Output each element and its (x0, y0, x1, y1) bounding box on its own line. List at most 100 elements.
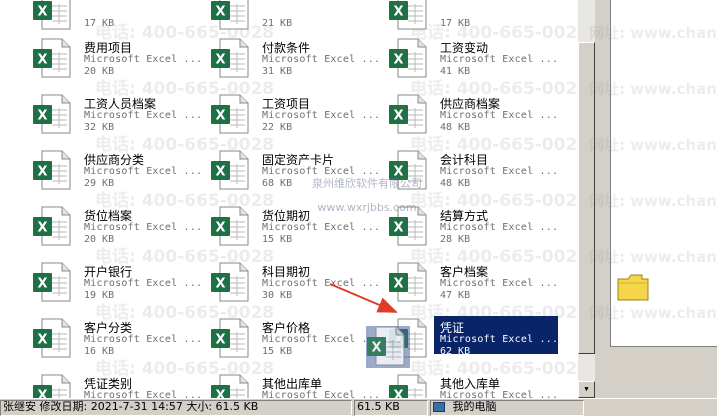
excel-file-icon[interactable]: X (210, 262, 250, 302)
file-size: 21 KB (262, 18, 293, 29)
file-type: Microsoft Excel ... (440, 222, 559, 233)
file-type: Microsoft Excel ... (440, 166, 559, 177)
file-item[interactable]: X 17 KB (370, 0, 540, 34)
file-type: Microsoft Excel ... (262, 110, 381, 121)
file-size: 31 KB (262, 66, 293, 77)
file-type: Microsoft Excel ... (84, 222, 203, 233)
excel-file-icon[interactable]: X (388, 94, 428, 134)
file-size: 48 KB (440, 178, 471, 189)
file-item[interactable]: X 工资项目 Microsoft Excel ... 22 KB (192, 90, 380, 138)
file-list-pane: 电话: 400-665-0028 电话: 400-665-0028 电话: 400-… (0, 0, 578, 398)
status-location-label: 我的电脑 (452, 400, 497, 413)
svg-text:X: X (215, 5, 225, 20)
file-size: 19 KB (84, 290, 115, 301)
file-size: 62 KB (440, 346, 471, 357)
excel-file-icon[interactable]: X (32, 38, 72, 78)
file-item[interactable]: X 21 KB (192, 0, 362, 34)
svg-text:X: X (393, 53, 403, 68)
svg-text:X: X (393, 5, 403, 20)
center-watermark-url: www.wxrjbbs.com (317, 201, 417, 214)
file-item[interactable]: X 供应商档案 Microsoft Excel ... 48 KB (370, 90, 558, 138)
file-size: 68 KB (262, 178, 293, 189)
svg-text:X: X (215, 221, 225, 236)
svg-text:X: X (37, 333, 47, 348)
scroll-down-button[interactable]: ▼ (578, 381, 595, 398)
excel-file-icon[interactable]: X (210, 38, 250, 78)
file-type: Microsoft Excel ... (440, 390, 559, 398)
excel-file-icon[interactable]: X (32, 94, 72, 134)
watermark-site-text: 网址: www.chanjet (589, 136, 717, 154)
folder-icon[interactable] (617, 273, 649, 301)
drag-ghost-icon: X (366, 326, 410, 368)
excel-file-icon[interactable]: X (388, 262, 428, 302)
center-watermark: 泉州维欣软件有限公司 www.wxrjbbs.com (312, 172, 422, 220)
computer-icon (433, 402, 445, 412)
file-size: 22 KB (262, 122, 293, 133)
file-type: Microsoft Excel ... (84, 166, 203, 177)
file-type: Microsoft Excel ... (84, 390, 203, 398)
file-size: 17 KB (84, 18, 115, 29)
svg-text:X: X (215, 109, 225, 124)
excel-file-icon[interactable]: X (210, 318, 250, 358)
file-item[interactable]: X 客户分类 Microsoft Excel ... 16 KB (14, 314, 202, 362)
excel-file-icon[interactable]: X (388, 0, 428, 30)
file-size: 32 KB (84, 122, 115, 133)
file-type: Microsoft Excel ... (262, 278, 381, 289)
file-item[interactable]: X 客户档案 Microsoft Excel ... 47 KB (370, 258, 558, 306)
scrollbar-thumb[interactable] (578, 42, 595, 354)
right-pane-content: 网址: www.chanjet 网址: www.chanjet 网址: www.ch… (589, 0, 717, 347)
file-type: Microsoft Excel ... (440, 278, 559, 289)
file-item[interactable]: X 付款条件 Microsoft Excel ... 31 KB (192, 34, 380, 82)
file-item[interactable]: X 供应商分类 Microsoft Excel ... 29 KB (14, 146, 202, 194)
file-item[interactable]: X 其他出库单 Microsoft Excel ... (192, 370, 380, 398)
excel-file-icon[interactable]: X (32, 0, 72, 30)
vertical-scrollbar[interactable]: ▼ (578, 0, 595, 398)
file-item[interactable]: X 17 KB (14, 0, 184, 34)
file-type: Microsoft Excel ... (84, 54, 203, 65)
excel-file-icon[interactable]: X (210, 150, 250, 190)
svg-text:X: X (215, 389, 225, 399)
watermark-site-text: 网址: www.chanjet (589, 80, 717, 98)
file-size: 29 KB (84, 178, 115, 189)
file-item[interactable]: X 工资人员档案 Microsoft Excel ... 32 KB (14, 90, 202, 138)
svg-text:X: X (37, 109, 47, 124)
file-size: 20 KB (84, 66, 115, 77)
excel-file-icon[interactable]: X (210, 374, 250, 398)
svg-text:X: X (37, 389, 47, 399)
svg-text:X: X (37, 53, 47, 68)
excel-file-icon[interactable]: X (210, 0, 250, 30)
file-type: Microsoft Excel ... (262, 390, 381, 398)
file-size: 15 KB (262, 346, 293, 357)
excel-file-icon[interactable]: X (32, 206, 72, 246)
file-item[interactable]: X 货位档案 Microsoft Excel ... 20 KB (14, 202, 202, 250)
excel-file-icon[interactable]: X (210, 206, 250, 246)
excel-file-icon[interactable]: X (32, 150, 72, 190)
excel-file-icon[interactable]: X (388, 374, 428, 398)
file-item[interactable]: X 开户银行 Microsoft Excel ... 19 KB (14, 258, 202, 306)
file-size: 47 KB (440, 290, 471, 301)
file-size: 41 KB (440, 66, 471, 77)
file-item[interactable]: X 凭证Microsoft Excel ...62 KB X (366, 314, 558, 368)
file-item[interactable]: X 科目期初 Microsoft Excel ... 30 KB (192, 258, 380, 306)
excel-file-icon[interactable]: X (32, 374, 72, 398)
file-item[interactable]: X 其他入库单 Microsoft Excel ... (370, 370, 558, 398)
svg-text:X: X (37, 165, 47, 180)
file-item[interactable]: X 凭证类别 Microsoft Excel ... (14, 370, 202, 398)
svg-text:X: X (215, 165, 225, 180)
file-size: 30 KB (262, 290, 293, 301)
excel-file-icon[interactable]: X (388, 38, 428, 78)
file-item[interactable]: X 客户价格 Microsoft Excel ... 15 KB (192, 314, 380, 362)
file-size: 17 KB (440, 18, 471, 29)
file-item[interactable]: X 费用项目 Microsoft Excel ... 20 KB (14, 34, 202, 82)
file-size: 48 KB (440, 122, 471, 133)
file-type: Microsoft Excel ... (262, 54, 381, 65)
excel-file-icon[interactable]: X (32, 318, 72, 358)
excel-file-icon[interactable]: X (32, 262, 72, 302)
file-size: 15 KB (262, 234, 293, 245)
file-type: Microsoft Excel ... (84, 278, 203, 289)
watermark-site-text: 网址: www.chanjet (589, 304, 717, 322)
excel-file-icon[interactable]: X (210, 94, 250, 134)
svg-text:X: X (393, 221, 403, 236)
status-location: 我的电脑 (430, 400, 584, 416)
file-item[interactable]: X 工资变动 Microsoft Excel ... 41 KB (370, 34, 558, 82)
